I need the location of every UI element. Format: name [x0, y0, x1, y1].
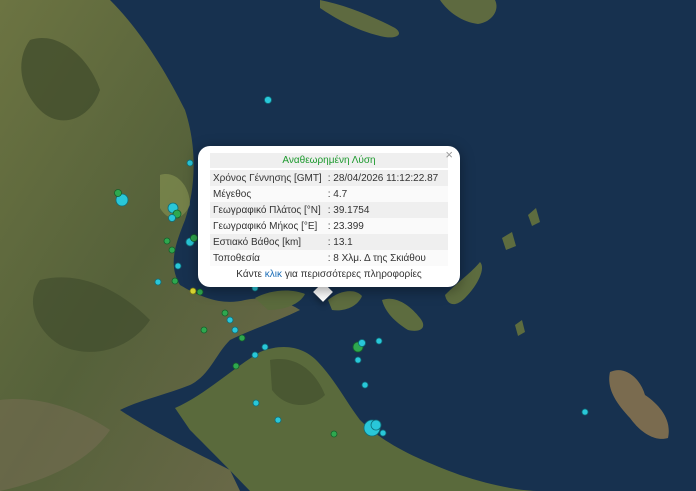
quake-marker[interactable]	[168, 246, 176, 254]
quake-marker[interactable]	[154, 278, 162, 286]
quake-info-popup: × Αναθεωρημένη Λύση Χρόνος Γέννησης [GMT…	[198, 146, 460, 287]
quake-marker[interactable]	[226, 316, 234, 324]
magnitude-label: Μέγεθος	[210, 186, 325, 202]
quake-marker[interactable]	[232, 362, 240, 370]
quake-marker[interactable]	[231, 326, 239, 334]
quake-marker[interactable]	[274, 416, 282, 424]
origin-time-label: Χρόνος Γέννησης [GMT]	[210, 170, 325, 186]
quake-marker[interactable]	[354, 356, 362, 364]
depth-label: Εστιακό Βάθος [km]	[210, 234, 325, 250]
quake-marker[interactable]	[252, 399, 260, 407]
table-row: Γεωγραφικό Πλάτος [°N]: 39.1754	[210, 202, 448, 218]
longitude-value: : 23.399	[324, 218, 448, 234]
magnitude-value: : 4.7	[324, 186, 448, 202]
quake-marker[interactable]	[190, 234, 198, 242]
more-info-line: Κάντε κλικ για περισσότερες πληροφορίες	[210, 269, 448, 280]
table-row: Τοποθεσία: 8 Χλμ. Δ της Σκιάθου	[210, 250, 448, 266]
table-row: Εστιακό Βάθος [km]: 13.1	[210, 234, 448, 250]
quake-marker[interactable]	[221, 309, 229, 317]
location-label: Τοποθεσία	[210, 250, 325, 266]
close-icon[interactable]: ×	[445, 148, 453, 162]
depth-value: : 13.1	[324, 234, 448, 250]
more-info-link[interactable]: κλικ	[265, 269, 282, 280]
quake-marker[interactable]	[264, 96, 272, 104]
quake-marker[interactable]	[251, 351, 259, 359]
table-row: Γεωγραφικό Μήκος [°E]: 23.399	[210, 218, 448, 234]
quake-marker[interactable]	[168, 214, 176, 222]
quake-marker[interactable]	[196, 288, 204, 296]
longitude-label: Γεωγραφικό Μήκος [°E]	[210, 218, 325, 234]
quake-marker[interactable]	[361, 381, 369, 389]
latitude-value: : 39.1754	[324, 202, 448, 218]
quake-marker[interactable]	[200, 326, 208, 334]
quake-marker[interactable]	[375, 337, 383, 345]
more-info-prefix: Κάντε	[236, 269, 263, 280]
more-info-suffix: για περισσότερες πληροφορίες	[284, 269, 422, 280]
quake-marker[interactable]	[163, 237, 171, 245]
satellite-map[interactable]: × Αναθεωρημένη Λύση Χρόνος Γέννησης [GMT…	[0, 0, 696, 491]
quake-marker[interactable]	[189, 287, 197, 295]
table-row: Μέγεθος: 4.7	[210, 186, 448, 202]
quake-marker[interactable]	[330, 430, 338, 438]
quake-marker[interactable]	[171, 277, 179, 285]
origin-time-value: : 28/04/2026 11:12:22.87	[324, 170, 448, 186]
quake-info-table: Χρόνος Γέννησης [GMT]: 28/04/2026 11:12:…	[210, 170, 448, 266]
popup-title: Αναθεωρημένη Λύση	[210, 153, 448, 168]
quake-marker[interactable]	[186, 159, 194, 167]
table-row: Χρόνος Γέννησης [GMT]: 28/04/2026 11:12:…	[210, 170, 448, 186]
quake-marker[interactable]	[114, 189, 122, 197]
location-value: : 8 Χλμ. Δ της Σκιάθου	[324, 250, 448, 266]
quake-marker[interactable]	[238, 334, 246, 342]
quake-marker[interactable]	[174, 262, 182, 270]
quake-marker[interactable]	[581, 408, 589, 416]
latitude-label: Γεωγραφικό Πλάτος [°N]	[210, 202, 325, 218]
quake-marker[interactable]	[379, 429, 387, 437]
quake-marker[interactable]	[370, 419, 382, 431]
quake-marker[interactable]	[261, 343, 269, 351]
quake-marker[interactable]	[358, 339, 366, 347]
